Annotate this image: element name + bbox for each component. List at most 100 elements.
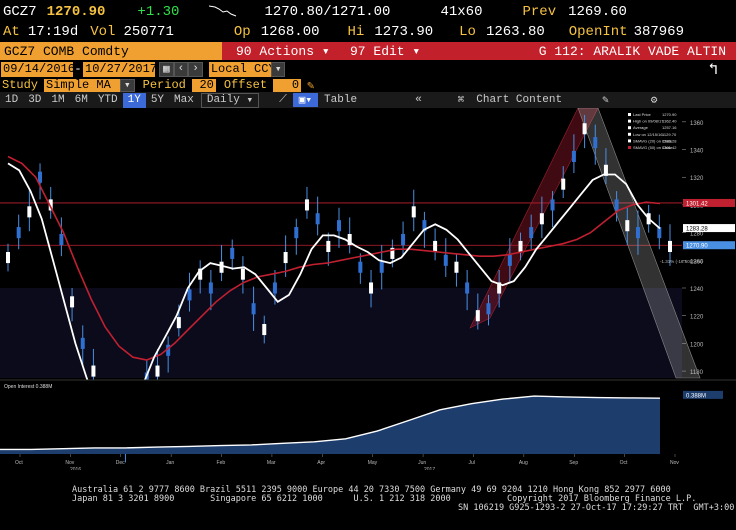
value-tag-label: 1270.90 [686,244,708,250]
chart-content-icon[interactable]: ⌘ [452,93,471,107]
offset-input[interactable]: 0 [273,78,302,92]
period-button-5y[interactable]: 5Y [146,93,169,108]
period-button-ytd[interactable]: YTD [93,93,123,108]
price-candle [219,261,224,273]
period-button-6m[interactable]: 6M [70,93,93,108]
collapse-icon[interactable]: « [409,94,428,106]
price-candle [433,240,438,252]
quote-row-1: GCZ7 1270.90 +1.30 1270.80/1271.00 41x60… [0,2,736,22]
price-candle [337,220,341,232]
table-button[interactable]: Table [318,94,363,106]
period-button-3d[interactable]: 3D [23,93,46,108]
prev-label: Prev [522,4,557,20]
price-candle [230,247,235,259]
frequency-select[interactable]: Daily ▾ [200,92,260,108]
lower-band [0,288,682,378]
period-buttons: 1D 3D 1M 6M YTD 1Y 5Y Max [0,92,199,108]
y-tick-label: 1220 [690,315,704,321]
study-row: Study Simple MA ▾ Period 20 Offset 0 ✎ [0,78,736,93]
prev-range-button[interactable]: ‹ [173,61,189,77]
start-date-input[interactable]: 09/14/2016 [1,61,75,77]
currency-dropdown-icon[interactable]: ▾ [270,61,286,77]
chart-content-button[interactable]: Chart Content [470,94,568,106]
change-note: -1.31% (-16.60Lbs%) [660,259,703,264]
x-tick-label: Sep [569,460,578,466]
chart-svg: 1180120012201240126012801300132013401360… [0,108,736,470]
legend-item: Low on 12/15/16 [633,132,663,137]
price-candle [379,261,384,273]
settings-gear-icon[interactable]: ⚙ [645,93,664,107]
price-candle [582,123,587,135]
price-chart[interactable]: 1180120012201240126012801300132013401360… [0,108,736,470]
price-candle [187,289,192,301]
price-candle [38,171,43,183]
at-label: At [3,24,20,40]
price-candle [571,150,576,162]
quote-row-2: At 17:19d Vol 250771 Op 1268.00 Hi 1273.… [0,22,736,42]
price-candle [593,137,598,149]
period-label: Period [142,78,186,92]
x-tick-label: Oct [620,460,628,466]
offset-label: Offset [223,78,268,92]
price-candle [443,254,448,266]
next-range-button[interactable]: › [188,61,203,77]
price-candle [80,337,85,349]
oi-tag-label: 0.388M [686,393,706,399]
price-candle [6,252,10,264]
study-dropdown-icon[interactable]: ▾ [120,78,135,92]
price-candle [91,365,96,377]
year-label-2016: 2016 [70,467,81,470]
price-candle [70,296,75,308]
price-candle [614,199,619,211]
period-button-1y[interactable]: 1Y [122,92,146,108]
price-candle [635,227,640,239]
op-value: 1268.00 [260,24,320,40]
price-candle [539,213,544,225]
security-field[interactable]: GCZ7 COMB Comdty [0,42,222,60]
price-candle [326,240,331,252]
legend-value: 1270.90 [662,112,677,117]
period-button-1m[interactable]: 1M [46,93,69,108]
op-label: Op [233,24,251,40]
period-input[interactable]: 20 [191,78,216,92]
y-tick-label: 1360 [690,121,704,127]
price-candle [240,268,245,280]
oi-legend: Open Interest 0.388M [4,384,52,390]
price-candle [529,227,534,239]
price-candle [454,261,459,273]
legend-swatch [628,119,631,123]
period-button-1d[interactable]: 1D [0,93,23,108]
price-candle [358,261,363,273]
pencil-icon[interactable]: ✎ [307,78,314,93]
period-button-max[interactable]: Max [169,93,199,108]
x-tick-label: Aug [519,460,528,466]
legend-item: High on 09/08/17 [633,119,664,124]
candle-tool-icon[interactable]: ▣▾ [292,93,319,107]
price-candle [208,282,213,294]
price-candle [550,199,555,211]
price-candle [283,252,288,264]
calendar-icon[interactable]: ▦ [159,61,174,77]
price-candle [369,282,374,294]
back-arrow-icon[interactable]: ↰ [708,59,718,79]
price-candle [272,282,277,294]
actions-menu[interactable]: 90 Actions ▾ [222,44,350,59]
line-tool-icon[interactable]: ⟋ [273,94,293,106]
x-tick-label: Mar [267,460,276,466]
legend-swatch [628,126,631,130]
legend-item: Last Price [633,112,652,117]
quote-time: 17:19d [27,24,79,40]
study-select[interactable]: Simple MA [44,78,121,92]
price-candle [176,317,181,329]
price-candle [625,220,630,232]
edit-chart-icon[interactable]: ✎ [596,93,615,107]
end-date-input[interactable]: 10/27/2017 [83,61,157,77]
period-toolbar: 1D 3D 1M 6M YTD 1Y 5Y Max Daily ▾ ⟋ ▣▾ Table « … [0,92,736,108]
price-candle [475,310,480,322]
price-candle [315,213,320,225]
edit-menu[interactable]: 97 Edit ▾ [350,44,510,59]
x-tick-label: Feb [217,460,226,466]
y-tick-label: 1200 [690,342,704,348]
currency-select[interactable]: Local CCY [208,61,276,77]
bid-ask-size: 41x60 [440,4,483,20]
